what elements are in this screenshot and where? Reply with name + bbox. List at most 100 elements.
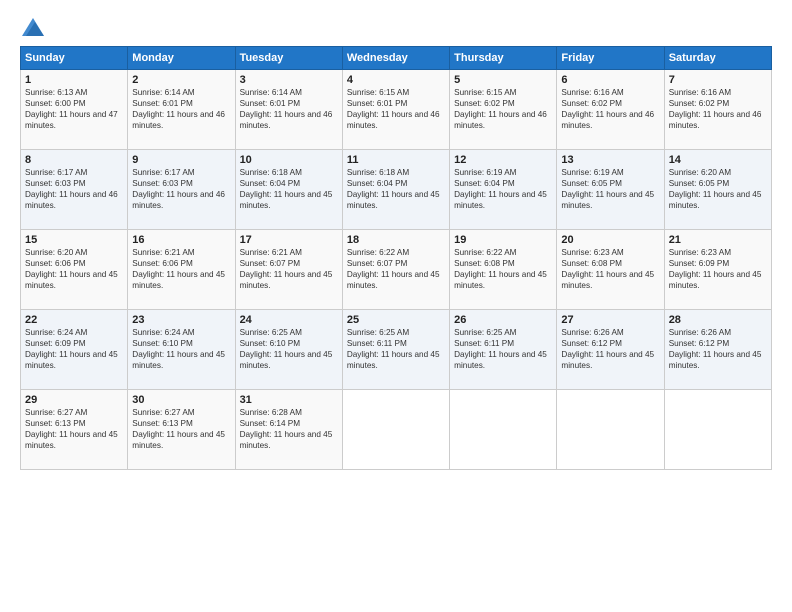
- day-info: Sunrise: 6:28 AMSunset: 6:14 PMDaylight:…: [240, 407, 338, 451]
- calendar-cell-day-17: 17 Sunrise: 6:21 AMSunset: 6:07 PMDaylig…: [235, 230, 342, 310]
- day-number: 9: [132, 154, 230, 166]
- calendar-cell-day-13: 13 Sunrise: 6:19 AMSunset: 6:05 PMDaylig…: [557, 150, 664, 230]
- calendar-cell-day-11: 11 Sunrise: 6:18 AMSunset: 6:04 PMDaylig…: [342, 150, 449, 230]
- day-number: 28: [669, 314, 767, 326]
- header: [20, 18, 772, 36]
- day-number: 24: [240, 314, 338, 326]
- calendar-cell-day-7: 7 Sunrise: 6:16 AMSunset: 6:02 PMDayligh…: [664, 70, 771, 150]
- weekday-header-sunday: Sunday: [21, 47, 128, 70]
- day-number: 22: [25, 314, 123, 326]
- calendar-cell-day-19: 19 Sunrise: 6:22 AMSunset: 6:08 PMDaylig…: [450, 230, 557, 310]
- day-info: Sunrise: 6:14 AMSunset: 6:01 PMDaylight:…: [132, 87, 230, 131]
- day-info: Sunrise: 6:20 AMSunset: 6:06 PMDaylight:…: [25, 247, 123, 291]
- day-number: 7: [669, 74, 767, 86]
- calendar-cell-day-9: 9 Sunrise: 6:17 AMSunset: 6:03 PMDayligh…: [128, 150, 235, 230]
- weekday-header-friday: Friday: [557, 47, 664, 70]
- day-number: 11: [347, 154, 445, 166]
- calendar-cell-day-30: 30 Sunrise: 6:27 AMSunset: 6:13 PMDaylig…: [128, 390, 235, 470]
- day-number: 23: [132, 314, 230, 326]
- day-number: 25: [347, 314, 445, 326]
- day-number: 2: [132, 74, 230, 86]
- day-number: 20: [561, 234, 659, 246]
- calendar-cell-day-20: 20 Sunrise: 6:23 AMSunset: 6:08 PMDaylig…: [557, 230, 664, 310]
- calendar-cell-day-1: 1 Sunrise: 6:13 AMSunset: 6:00 PMDayligh…: [21, 70, 128, 150]
- calendar-cell-day-3: 3 Sunrise: 6:14 AMSunset: 6:01 PMDayligh…: [235, 70, 342, 150]
- calendar-cell-day-22: 22 Sunrise: 6:24 AMSunset: 6:09 PMDaylig…: [21, 310, 128, 390]
- calendar-cell-day-6: 6 Sunrise: 6:16 AMSunset: 6:02 PMDayligh…: [557, 70, 664, 150]
- day-info: Sunrise: 6:20 AMSunset: 6:05 PMDaylight:…: [669, 167, 767, 211]
- calendar-cell-day-4: 4 Sunrise: 6:15 AMSunset: 6:01 PMDayligh…: [342, 70, 449, 150]
- day-number: 16: [132, 234, 230, 246]
- day-number: 21: [669, 234, 767, 246]
- logo: [20, 18, 44, 36]
- calendar-cell-day-5: 5 Sunrise: 6:15 AMSunset: 6:02 PMDayligh…: [450, 70, 557, 150]
- day-number: 4: [347, 74, 445, 86]
- day-number: 14: [669, 154, 767, 166]
- day-number: 13: [561, 154, 659, 166]
- empty-cell: [557, 390, 664, 470]
- calendar-cell-day-18: 18 Sunrise: 6:22 AMSunset: 6:07 PMDaylig…: [342, 230, 449, 310]
- empty-cell: [664, 390, 771, 470]
- calendar-cell-day-15: 15 Sunrise: 6:20 AMSunset: 6:06 PMDaylig…: [21, 230, 128, 310]
- calendar-cell-day-16: 16 Sunrise: 6:21 AMSunset: 6:06 PMDaylig…: [128, 230, 235, 310]
- day-info: Sunrise: 6:23 AMSunset: 6:09 PMDaylight:…: [669, 247, 767, 291]
- weekday-header-monday: Monday: [128, 47, 235, 70]
- day-number: 17: [240, 234, 338, 246]
- calendar-cell-day-27: 27 Sunrise: 6:26 AMSunset: 6:12 PMDaylig…: [557, 310, 664, 390]
- day-number: 15: [25, 234, 123, 246]
- calendar-cell-day-23: 23 Sunrise: 6:24 AMSunset: 6:10 PMDaylig…: [128, 310, 235, 390]
- calendar-cell-day-8: 8 Sunrise: 6:17 AMSunset: 6:03 PMDayligh…: [21, 150, 128, 230]
- day-number: 27: [561, 314, 659, 326]
- day-number: 30: [132, 394, 230, 406]
- day-info: Sunrise: 6:26 AMSunset: 6:12 PMDaylight:…: [561, 327, 659, 371]
- day-number: 29: [25, 394, 123, 406]
- weekday-header-thursday: Thursday: [450, 47, 557, 70]
- calendar-cell-day-25: 25 Sunrise: 6:25 AMSunset: 6:11 PMDaylig…: [342, 310, 449, 390]
- calendar-cell-day-10: 10 Sunrise: 6:18 AMSunset: 6:04 PMDaylig…: [235, 150, 342, 230]
- weekday-header-tuesday: Tuesday: [235, 47, 342, 70]
- day-info: Sunrise: 6:13 AMSunset: 6:00 PMDaylight:…: [25, 87, 123, 131]
- weekday-header-saturday: Saturday: [664, 47, 771, 70]
- calendar-cell-day-24: 24 Sunrise: 6:25 AMSunset: 6:10 PMDaylig…: [235, 310, 342, 390]
- day-info: Sunrise: 6:22 AMSunset: 6:07 PMDaylight:…: [347, 247, 445, 291]
- day-info: Sunrise: 6:15 AMSunset: 6:01 PMDaylight:…: [347, 87, 445, 131]
- day-info: Sunrise: 6:15 AMSunset: 6:02 PMDaylight:…: [454, 87, 552, 131]
- day-info: Sunrise: 6:26 AMSunset: 6:12 PMDaylight:…: [669, 327, 767, 371]
- day-info: Sunrise: 6:21 AMSunset: 6:06 PMDaylight:…: [132, 247, 230, 291]
- day-number: 12: [454, 154, 552, 166]
- day-number: 5: [454, 74, 552, 86]
- day-info: Sunrise: 6:18 AMSunset: 6:04 PMDaylight:…: [347, 167, 445, 211]
- calendar-cell-day-21: 21 Sunrise: 6:23 AMSunset: 6:09 PMDaylig…: [664, 230, 771, 310]
- day-info: Sunrise: 6:14 AMSunset: 6:01 PMDaylight:…: [240, 87, 338, 131]
- day-number: 19: [454, 234, 552, 246]
- day-number: 26: [454, 314, 552, 326]
- calendar-cell-day-28: 28 Sunrise: 6:26 AMSunset: 6:12 PMDaylig…: [664, 310, 771, 390]
- weekday-header-wednesday: Wednesday: [342, 47, 449, 70]
- day-info: Sunrise: 6:21 AMSunset: 6:07 PMDaylight:…: [240, 247, 338, 291]
- calendar-cell-day-2: 2 Sunrise: 6:14 AMSunset: 6:01 PMDayligh…: [128, 70, 235, 150]
- day-info: Sunrise: 6:23 AMSunset: 6:08 PMDaylight:…: [561, 247, 659, 291]
- day-info: Sunrise: 6:25 AMSunset: 6:11 PMDaylight:…: [347, 327, 445, 371]
- page: SundayMondayTuesdayWednesdayThursdayFrid…: [0, 0, 792, 612]
- day-info: Sunrise: 6:17 AMSunset: 6:03 PMDaylight:…: [25, 167, 123, 211]
- empty-cell: [450, 390, 557, 470]
- calendar-cell-day-14: 14 Sunrise: 6:20 AMSunset: 6:05 PMDaylig…: [664, 150, 771, 230]
- day-info: Sunrise: 6:16 AMSunset: 6:02 PMDaylight:…: [669, 87, 767, 131]
- day-number: 31: [240, 394, 338, 406]
- day-number: 1: [25, 74, 123, 86]
- day-info: Sunrise: 6:27 AMSunset: 6:13 PMDaylight:…: [132, 407, 230, 451]
- calendar-cell-day-12: 12 Sunrise: 6:19 AMSunset: 6:04 PMDaylig…: [450, 150, 557, 230]
- logo-icon: [22, 18, 44, 36]
- day-number: 6: [561, 74, 659, 86]
- day-number: 18: [347, 234, 445, 246]
- day-info: Sunrise: 6:19 AMSunset: 6:04 PMDaylight:…: [454, 167, 552, 211]
- day-number: 3: [240, 74, 338, 86]
- calendar-table: SundayMondayTuesdayWednesdayThursdayFrid…: [20, 46, 772, 470]
- day-info: Sunrise: 6:16 AMSunset: 6:02 PMDaylight:…: [561, 87, 659, 131]
- day-info: Sunrise: 6:19 AMSunset: 6:05 PMDaylight:…: [561, 167, 659, 211]
- calendar-cell-day-29: 29 Sunrise: 6:27 AMSunset: 6:13 PMDaylig…: [21, 390, 128, 470]
- day-info: Sunrise: 6:22 AMSunset: 6:08 PMDaylight:…: [454, 247, 552, 291]
- calendar-cell-day-26: 26 Sunrise: 6:25 AMSunset: 6:11 PMDaylig…: [450, 310, 557, 390]
- calendar-cell-day-31: 31 Sunrise: 6:28 AMSunset: 6:14 PMDaylig…: [235, 390, 342, 470]
- empty-cell: [342, 390, 449, 470]
